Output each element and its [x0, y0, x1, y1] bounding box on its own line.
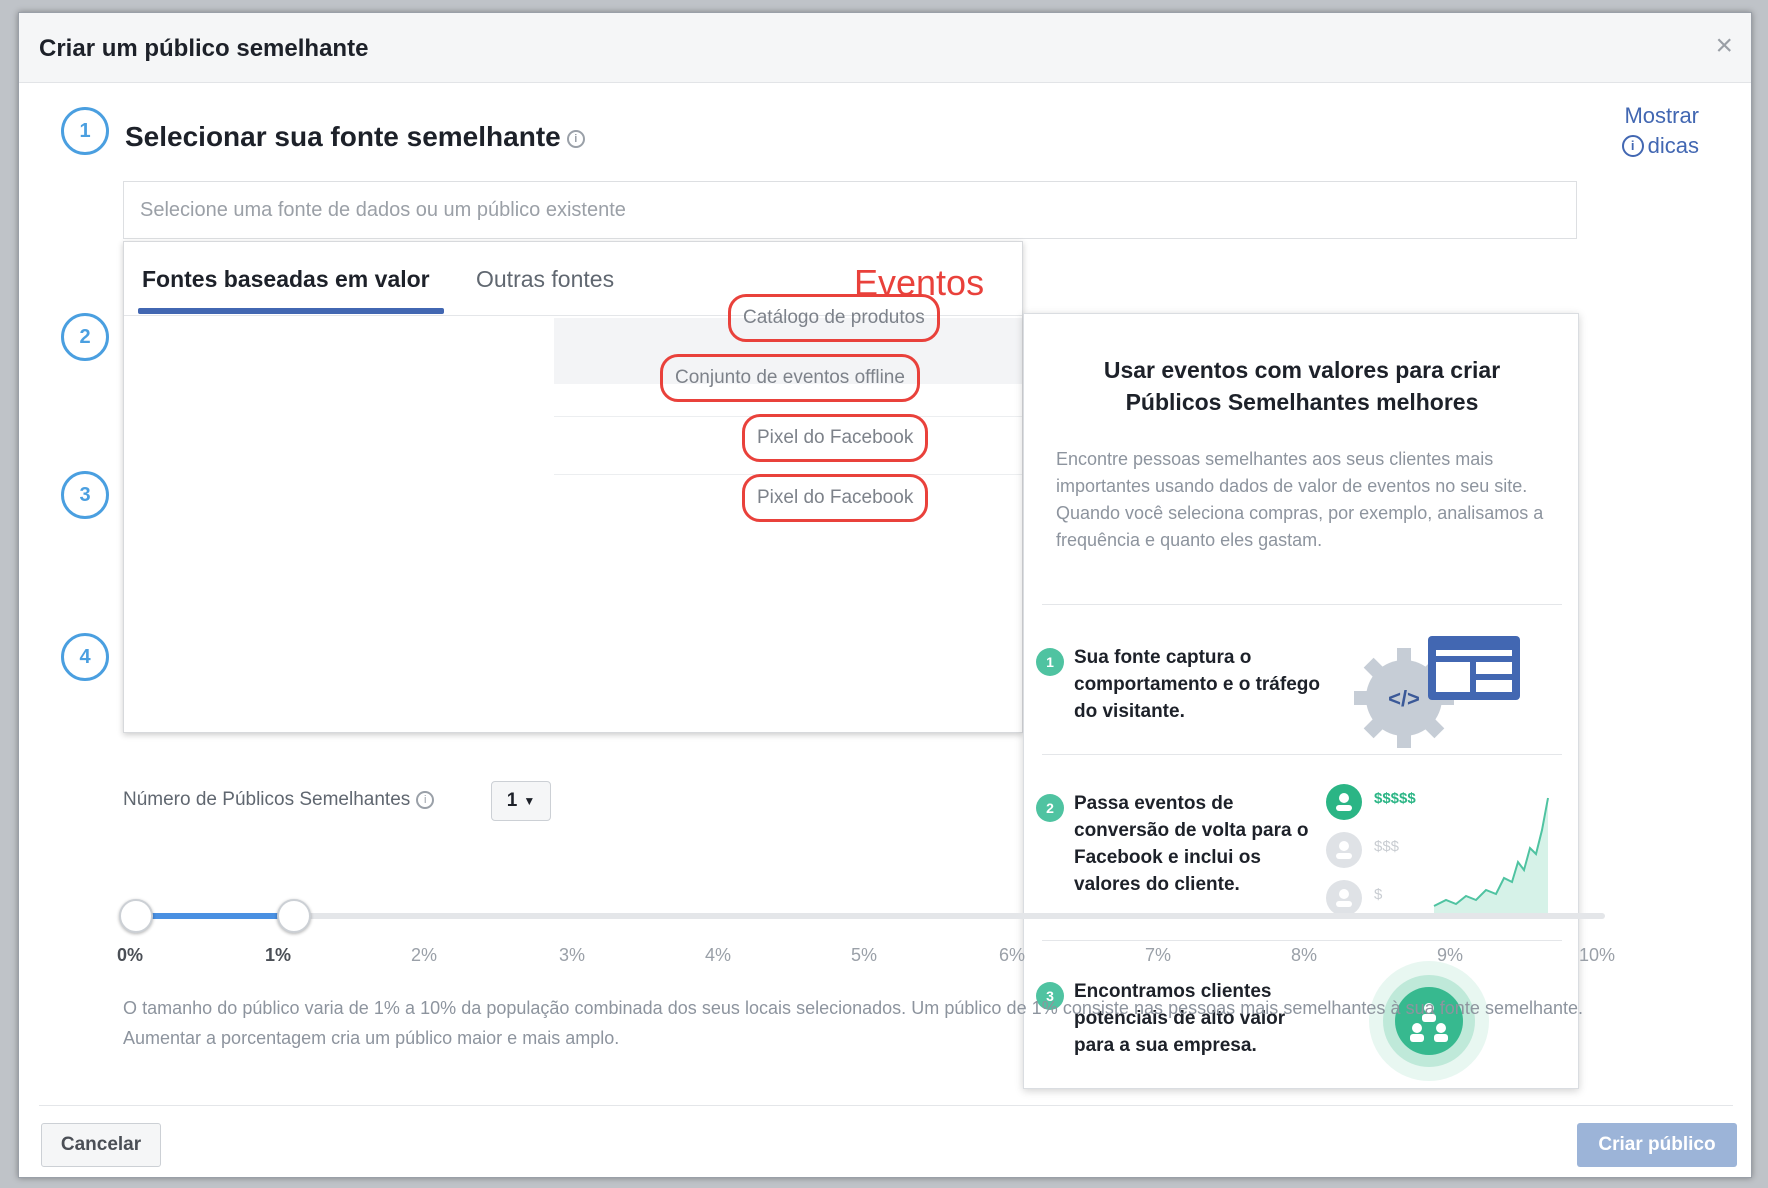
tick-label: 10% [1579, 945, 1616, 965]
option-offline-event-set[interactable]: Conjunto de eventos offline [660, 354, 920, 402]
panel-divider [1042, 754, 1562, 755]
info-icon[interactable]: i [566, 129, 585, 148]
tick-label: 5% [851, 945, 878, 965]
section-title-text: Selecionar sua fonte semelhante [125, 121, 561, 152]
panel-divider [1042, 940, 1562, 941]
step-4-indicator: 4 [61, 633, 109, 681]
active-tab-indicator [138, 308, 444, 314]
tick-label: 3% [559, 945, 586, 965]
svg-text:</>: </> [1388, 686, 1420, 711]
audience-size-help-text: O tamanho do público varia de 1% a 10% d… [123, 998, 1583, 1048]
value-label-low: $ [1374, 886, 1383, 903]
item-1-text: Sua fonte captura o comportamento e o tr… [1074, 647, 1320, 722]
chevron-down-icon: ▼ [523, 794, 536, 808]
lookalike-count-label-text: Número de Públicos Semelhantes [123, 789, 411, 810]
item-1-number: 1 [1036, 648, 1064, 676]
dialog-header: Criar um público semelhante × [19, 13, 1751, 83]
tick-label: 6% [999, 945, 1026, 965]
item-2-number: 2 [1036, 794, 1064, 822]
value-growth-graphic [1326, 784, 1549, 918]
footer-divider [39, 1105, 1733, 1106]
audience-size-slider-track[interactable] [135, 913, 1605, 919]
option-product-catalog[interactable]: Catálogo de produtos [728, 294, 940, 342]
tab-value-based-sources[interactable]: Fontes baseadas em valor [142, 266, 430, 293]
tick-label: 9% [1437, 945, 1464, 965]
tick-label: 7% [1145, 945, 1172, 965]
value-label-high: $$$$$ [1374, 790, 1416, 807]
item-2-text: Passa eventos de conversão de volta para… [1074, 793, 1309, 895]
close-icon[interactable]: × [1715, 29, 1733, 63]
slider-handle-min[interactable] [119, 899, 153, 933]
option-facebook-pixel-2[interactable]: Pixel do Facebook [742, 474, 929, 522]
show-tips-label-2: dicas [1647, 133, 1699, 158]
panel-title: Usar eventos com valores para criar Públ… [1103, 357, 1501, 415]
show-tips-label: Mostrar [1624, 103, 1699, 128]
panel-description: Encontre pessoas semelhantes aos seus cl… [1056, 449, 1544, 550]
tab-other-sources[interactable]: Outras fontes [476, 266, 614, 293]
show-tips-link[interactable]: Mostrar i dicas [1569, 101, 1699, 161]
slider-handle-max[interactable] [277, 899, 311, 933]
step-3-indicator: 3 [61, 471, 109, 519]
tick-label: 2% [411, 945, 438, 965]
audience-size-slider-fill [135, 913, 293, 919]
cancel-button[interactable]: Cancelar [41, 1123, 161, 1167]
value-label-mid: $$$ [1374, 838, 1400, 855]
panel-divider [1042, 604, 1562, 605]
lookalike-count-label: Número de Públicos Semelhantes i [123, 789, 435, 811]
option-facebook-pixel[interactable]: Pixel do Facebook [742, 414, 929, 462]
lookalike-dialog: Criar um público semelhante × Mostrar i … [18, 12, 1752, 1178]
create-audience-button[interactable]: Criar público [1577, 1123, 1737, 1167]
source-search-input[interactable] [123, 181, 1577, 239]
value-info-panel: Usar eventos com valores para criar Públ… [1023, 313, 1579, 1089]
section-title: Selecionar sua fonte semelhante i [125, 121, 585, 153]
info-icon[interactable]: i [416, 790, 435, 809]
tick-label: 8% [1291, 945, 1318, 965]
step-1-indicator: 1 [61, 107, 109, 155]
step-2-indicator: 2 [61, 313, 109, 361]
tick-label: 1% [265, 945, 292, 965]
tick-label: 0% [117, 945, 144, 965]
tick-label: 4% [705, 945, 732, 965]
dialog-title: Criar um público semelhante [39, 35, 369, 62]
source-dropdown: Fontes baseadas em valor Outras fontes E… [123, 241, 1023, 733]
lookalike-count-value: 1 [506, 790, 518, 811]
lookalike-count-select[interactable]: 1 ▼ [491, 781, 551, 821]
info-icon: i [1621, 135, 1644, 157]
code-gear-icon: </> [1354, 636, 1520, 748]
